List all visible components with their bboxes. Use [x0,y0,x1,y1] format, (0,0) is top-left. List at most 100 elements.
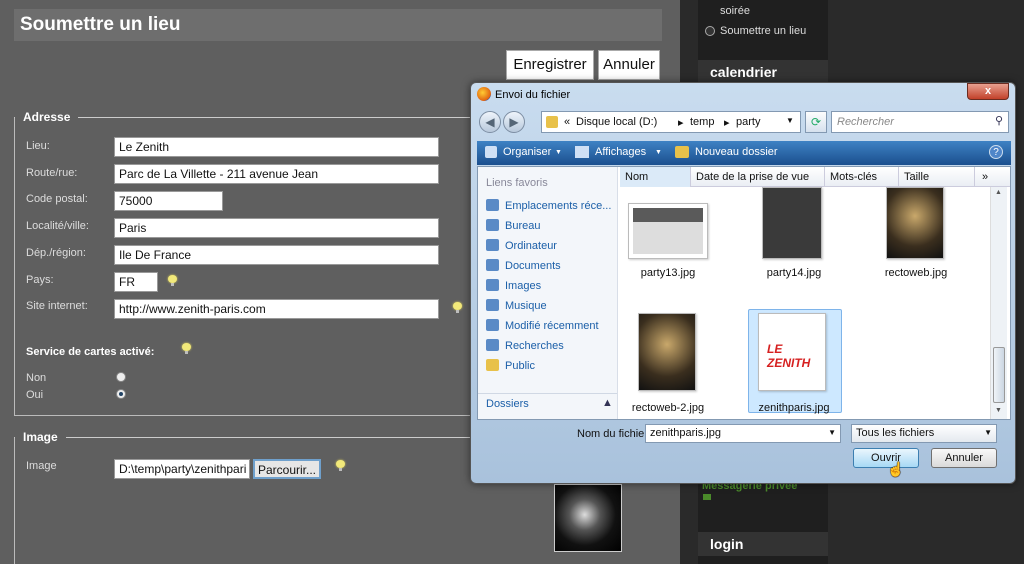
chevron-down-icon: ▼ [655,149,662,156]
scroll-down-icon[interactable]: ▼ [995,407,1002,414]
thumb-party14[interactable] [762,187,822,259]
searches-icon [486,339,499,351]
region-input[interactable]: Ile De France [114,245,439,265]
col-size[interactable]: Taille [904,171,929,183]
breadcrumb-sep-icon: ▸ [724,117,730,129]
open-button[interactable]: Ouvrir [853,448,919,468]
nav-recent[interactable]: Emplacements réce... [486,199,611,212]
hint-bulb-icon [453,302,462,313]
firefox-icon [477,87,491,101]
save-button[interactable]: Enregistrer [506,50,594,80]
file-rectoweb[interactable]: rectoweb.jpg [866,267,966,279]
nav-searches[interactable]: Recherches [486,339,564,352]
lieu-input[interactable]: Le Zenith [114,137,439,157]
image-path-input[interactable]: D:\temp\party\zenithpari [114,459,250,479]
nav-recently-modified[interactable]: Modifié récemment [486,319,599,332]
scroll-up-icon[interactable]: ▲ [995,189,1002,196]
favorites-header: Liens favoris [486,177,548,189]
dialog-body: Liens favoris Emplacements réce... Burea… [477,166,1011,420]
column-separator [824,167,825,187]
browse-button[interactable]: Parcourir... [253,459,321,479]
hand-cursor-icon: ☝ [887,461,905,477]
nav-label: Modifié récemment [505,320,599,332]
chevron-down-icon[interactable]: ▼ [786,116,794,125]
pays-input[interactable]: FR [114,272,158,292]
file-party14[interactable]: party14.jpg [744,267,844,279]
back-button[interactable]: ◀ [479,111,501,133]
thumb-rectoweb[interactable] [886,187,944,259]
address-bar[interactable]: « Disque local (D:) ▸ temp ▸ party ▼ [541,111,801,133]
refresh-icon[interactable]: ⟳ [805,111,827,133]
file-party13[interactable]: party13.jpg [618,267,718,279]
radio-label-non: Non [26,372,47,384]
mail-icon [703,494,711,500]
favorites-pane: Liens favoris Emplacements réce... Burea… [478,167,618,419]
nav-desktop[interactable]: Bureau [486,219,540,232]
nav-computer[interactable]: Ordinateur [486,239,557,252]
page-title: Soumettre un lieu [14,9,662,41]
forward-button[interactable]: ▶ [503,111,525,133]
menu-item-soiree[interactable]: soirée [720,5,750,17]
search-input[interactable]: Rechercher ⚲ [831,111,1009,133]
close-button[interactable]: x [967,83,1009,100]
thumb-party13[interactable] [628,203,708,259]
search-placeholder: Rechercher [837,116,894,128]
thumb-rectoweb-2[interactable] [638,313,696,391]
col-name[interactable]: Nom [625,171,648,183]
filetype-value: Tous les fichiers [856,427,935,439]
breadcrumb-temp[interactable]: temp [690,116,714,128]
nav-label: Recherches [505,340,564,352]
site-input[interactable]: http://www.zenith-paris.com [114,299,439,319]
menu-item-submit-venue[interactable]: Soumettre un lieu [720,25,806,37]
breadcrumb-party[interactable]: party [736,116,760,128]
nav-label: Musique [505,300,547,312]
address-legend: Adresse [23,110,71,124]
cancel-button[interactable]: Annuler [598,50,660,80]
views-menu[interactable]: Affichages [595,146,646,158]
col-keywords[interactable]: Mots-clés [830,171,877,183]
recent-icon [486,319,499,331]
zenith-logo: LE ZENITH [767,342,811,370]
nav-public[interactable]: Public [486,359,535,372]
dialog-cancel-button[interactable]: Annuler [931,448,997,468]
new-folder-button[interactable]: Nouveau dossier [695,146,778,158]
file-zenithparis[interactable]: zenithparis.jpg [744,402,844,414]
scroll-thumb[interactable] [993,347,1005,403]
documents-icon [486,259,499,271]
more-columns-icon[interactable]: » [982,171,988,183]
filetype-select[interactable]: Tous les fichiers ▼ [851,424,997,443]
chevron-down-icon[interactable]: ▼ [828,428,836,437]
postal-input[interactable]: 75000 [114,191,223,211]
filename-input[interactable]: zenithparis.jpg ▼ [645,424,841,443]
new-folder-icon [675,146,689,158]
folders-toggle[interactable]: Dossiers [486,398,529,410]
breadcrumb-sep-icon: « [564,116,571,128]
organize-menu[interactable]: Organiser [503,146,551,158]
divider [478,393,617,394]
help-icon[interactable]: ? [989,145,1003,159]
nav-label: Emplacements réce... [505,200,612,212]
nav-music[interactable]: Musique [486,299,547,312]
file-rectoweb-2[interactable]: rectoweb-2.jpg [618,402,718,414]
file-upload-dialog: Envoi du fichier x ◀ ▶ « Disque local (D… [470,82,1016,484]
vertical-scrollbar[interactable]: ▲ ▼ [990,187,1007,419]
radio-non[interactable] [116,372,126,382]
nav-documents[interactable]: Documents [486,259,561,272]
recent-places-icon [486,199,499,211]
route-input[interactable]: Parc de La Villette - 211 avenue Jean [114,164,439,184]
hint-bulb-icon [336,460,345,471]
nav-label: Ordinateur [505,240,557,252]
chevron-up-icon[interactable]: ▲ [602,397,613,409]
chevron-down-icon: ▼ [555,149,562,156]
thumb-zenithparis[interactable]: LE ZENITH [758,313,826,391]
radio-oui[interactable] [116,389,126,399]
col-date[interactable]: Date de la prise de vue [696,171,809,183]
breadcrumb-drive[interactable]: Disque local (D:) [576,116,657,128]
chevron-down-icon[interactable]: ▼ [984,428,992,437]
image-preview [554,484,622,552]
nav-images[interactable]: Images [486,279,541,292]
label-postal: Code postal: [26,193,88,205]
ville-input[interactable]: Paris [114,218,439,238]
label-image: Image [26,460,57,472]
music-icon [486,299,499,311]
